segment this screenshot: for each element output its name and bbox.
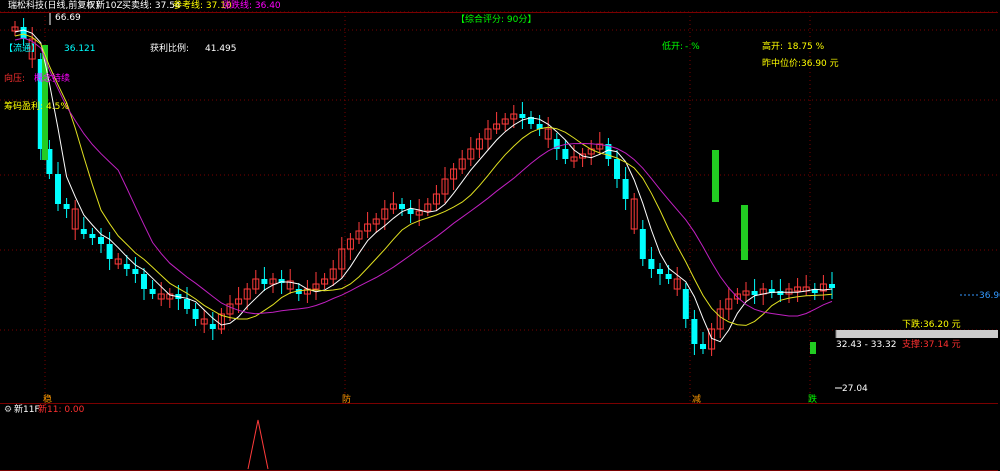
green-signal-bar <box>712 150 719 202</box>
candle-body <box>261 279 268 284</box>
signal-marker-3: 减 <box>692 395 702 405</box>
header-indicator-name: 新10Z <box>96 1 123 11</box>
low-open-value: - % <box>685 42 700 52</box>
stop-label: 支撑:37.14 元 <box>902 340 961 350</box>
candle-body <box>562 149 569 159</box>
candle-body <box>184 299 190 309</box>
candle-body <box>149 289 156 294</box>
pressure-value: 概念持续 <box>34 74 71 84</box>
low-price-marker: 27.04 <box>842 384 868 394</box>
sub-gear-icon[interactable]: ⚙ <box>4 405 12 416</box>
candle-body <box>407 209 414 214</box>
signal-marker-2: 防 <box>342 395 352 405</box>
candle-body <box>657 269 663 274</box>
stock-chart-window: 瑞松科技(日线,前复权) ⚙ 新10Z 买卖线: 37.54 参考线: 37.1… <box>0 0 1000 471</box>
prev-mid-value: 36.90 元 <box>801 59 839 69</box>
signal-marker-4: 跌 <box>808 395 818 405</box>
profit-ratio-label: 获利比例: <box>150 44 190 54</box>
range-marker: 32.43 - 33.32 <box>836 340 897 350</box>
kline-chart[interactable] <box>0 0 1000 470</box>
score-text: 【综合评分: 90分】 <box>456 15 537 25</box>
header-drop-line: 涨跌线: 36.40 <box>222 1 281 11</box>
sub-indicator-spike <box>247 419 269 470</box>
candle-body <box>80 229 87 234</box>
candle-body <box>648 259 655 269</box>
candle-body <box>639 229 646 259</box>
prev-mid-label: 昨中位价: <box>762 59 802 69</box>
circulation-label: 【流通】 <box>4 44 41 54</box>
candle-body <box>63 204 70 209</box>
candle-body <box>691 319 698 344</box>
green-signal-bar <box>741 205 748 260</box>
down-label: 下跌:36.20 元 <box>902 320 961 330</box>
support-bar <box>836 330 998 338</box>
sub-indicator-value: 新11: 0.00 <box>38 405 85 415</box>
low-open-label: 低开: <box>662 42 684 52</box>
candle-body <box>55 174 61 204</box>
candle-body <box>700 344 706 349</box>
high-open-label: 高开: <box>762 42 784 52</box>
chip-profit-label: 筹码盈利: <box>4 102 44 112</box>
profit-ratio-value: 41.495 <box>205 44 237 54</box>
chip-profit-value: 4.5% <box>46 102 69 112</box>
candle-body <box>123 264 130 269</box>
candle-body <box>614 159 620 179</box>
candle-body <box>622 179 629 199</box>
gear-icon[interactable]: ⚙ <box>86 1 94 12</box>
candle-body <box>89 234 96 238</box>
candle-body <box>682 289 689 319</box>
candle-body <box>132 269 139 274</box>
ma-white-line <box>14 29 833 343</box>
candle-body <box>192 309 199 319</box>
candle-body <box>399 204 405 209</box>
candle-body <box>519 114 526 118</box>
right-price-label: 36.90 <box>979 291 1000 301</box>
header-buy-sell-line: 买卖线: 37.54 <box>122 1 181 11</box>
candle-body <box>98 237 104 244</box>
candle-body <box>141 274 147 289</box>
circulation-value: 36.121 <box>64 44 96 54</box>
candle-body <box>20 27 27 39</box>
candle-body <box>829 284 835 288</box>
candle-body <box>106 244 113 259</box>
candle-body <box>209 324 216 329</box>
candle-body <box>665 274 672 279</box>
pressure-label: 向压: <box>4 74 26 84</box>
candle-body <box>777 291 784 295</box>
green-signal-bar <box>810 342 816 354</box>
ma-purple-line <box>14 37 833 317</box>
high-price-marker: 66.69 <box>55 13 81 23</box>
candle-body <box>751 291 758 295</box>
sub-indicator-name: 新11F <box>14 405 40 415</box>
high-open-value: 18.75 % <box>787 42 825 52</box>
ma-yellow-line <box>14 33 833 326</box>
